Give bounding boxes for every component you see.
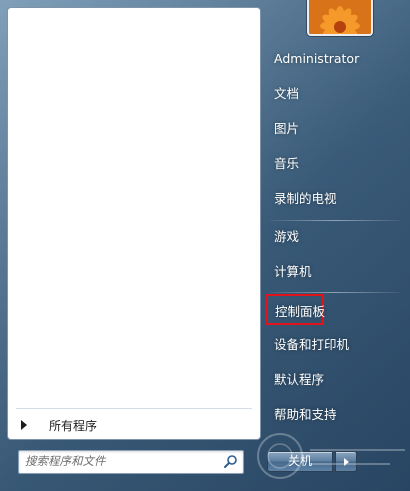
default-programs-link[interactable]: 默认程序 — [274, 369, 398, 391]
places-pane: Administrator 文档 图片 音乐 录制的电视 游戏 计算机 控制面板… — [262, 0, 410, 491]
search-box[interactable] — [18, 450, 244, 474]
right-divider — [270, 292, 400, 293]
user-name-link[interactable]: Administrator — [274, 48, 398, 70]
pinned-programs-list — [8, 8, 260, 405]
computer-link[interactable]: 计算机 — [274, 261, 398, 283]
shutdown-button[interactable]: 关机 — [267, 451, 333, 472]
left-divider — [16, 408, 252, 409]
user-avatar[interactable] — [307, 0, 373, 36]
documents-link[interactable]: 文档 — [274, 83, 398, 105]
all-programs-label: 所有程序 — [49, 418, 98, 433]
arrow-right-icon — [343, 457, 349, 466]
devices-and-printers-link[interactable]: 设备和打印机 — [274, 334, 398, 356]
start-menu: 所有程序 Administrator — [0, 0, 410, 491]
pictures-link[interactable]: 图片 — [274, 118, 398, 140]
right-divider — [270, 220, 400, 221]
all-programs-button[interactable]: 所有程序 — [16, 413, 248, 437]
search-icon[interactable] — [223, 454, 238, 469]
control-panel-link[interactable]: 控制面板 — [266, 294, 325, 325]
flower-picture-icon — [309, 0, 371, 34]
programs-pane: 所有程序 — [7, 7, 261, 440]
recorded-tv-link[interactable]: 录制的电视 — [274, 188, 398, 210]
games-link[interactable]: 游戏 — [274, 226, 398, 248]
help-and-support-link[interactable]: 帮助和支持 — [274, 404, 398, 426]
arrow-right-icon — [21, 420, 27, 430]
music-link[interactable]: 音乐 — [274, 153, 398, 175]
shutdown-options-button[interactable] — [335, 451, 357, 472]
search-input[interactable] — [25, 453, 215, 469]
shutdown-group: 关机 — [267, 451, 357, 472]
